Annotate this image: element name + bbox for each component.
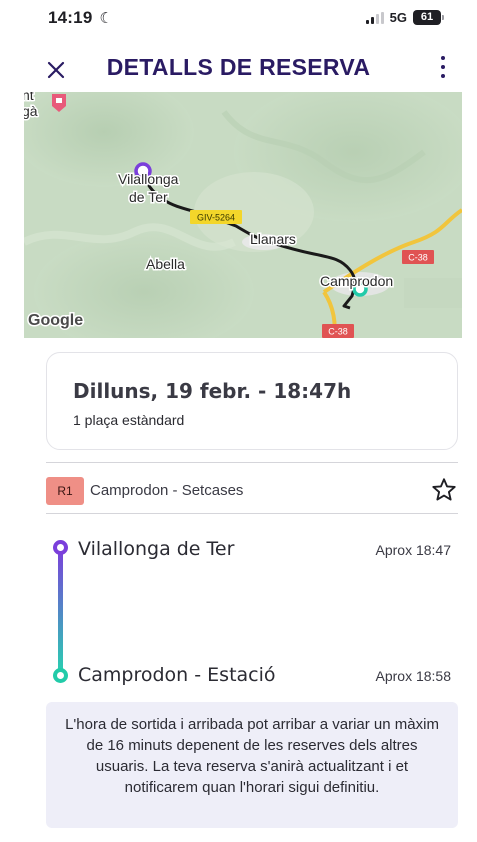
battery-level: 61: [420, 11, 434, 23]
signal-icon: [365, 11, 384, 24]
booking-date: Dilluns, 19 febr. - 18:47h: [73, 379, 352, 403]
map-label-top-left-1: nt: [24, 92, 34, 103]
schedule-notice: L'hora de sortida i arribada pot arribar…: [46, 702, 458, 828]
map-label-camprodon: Camprodon: [320, 273, 393, 289]
timeline-line: [58, 548, 63, 676]
status-time: 14:19 ☾: [48, 8, 113, 28]
network-type: 5G: [389, 10, 407, 25]
booking-date-card: Dilluns, 19 febr. - 18:47h 1 plaça estàn…: [46, 352, 458, 450]
origin-stop-time: Aprox 18:47: [375, 542, 452, 558]
destination-stop-time: Aprox 18:58: [375, 668, 452, 684]
origin-dot-icon: [53, 540, 68, 555]
map-road-c38-top: C-38: [408, 253, 428, 263]
route-name: Camprodon - Setcases: [90, 482, 244, 499]
google-logo: Google: [28, 312, 83, 329]
map-road-giv: GIV-5264: [197, 213, 235, 223]
status-bar: 14:19 ☾ 5G 61: [0, 0, 477, 40]
more-options-button[interactable]: [431, 50, 455, 84]
map-label-vilallonga-1: Vilallonga: [118, 171, 179, 187]
app-bar: DETALLS DE RESERVA: [0, 44, 477, 90]
route-row: R1 Camprodon - Setcases: [46, 462, 458, 514]
route-map[interactable]: GIV-5264 C-38 C-38 nt gà Vilallonga de T…: [24, 92, 462, 338]
map-canvas: GIV-5264 C-38 C-38 nt gà Vilallonga de T…: [24, 92, 462, 338]
clock: 14:19: [48, 8, 93, 27]
destination-dot-icon: [53, 668, 68, 683]
map-label-llanars: Llanars: [250, 231, 296, 247]
page-title: DETALLS DE RESERVA: [106, 54, 371, 80]
map-label-abella: Abella: [146, 256, 185, 272]
battery-icon: 61: [413, 10, 444, 25]
status-indicators: 5G 61: [365, 10, 444, 25]
star-outline-icon: [432, 478, 456, 501]
more-vertical-icon: [441, 56, 445, 60]
map-road-c38-bottom: C-38: [328, 327, 348, 337]
map-label-top-left-2: gà: [24, 103, 38, 119]
origin-stop-name: Vilallonga de Ter: [78, 538, 235, 560]
route-badge: R1: [46, 477, 84, 505]
map-label-vilallonga-2: de Ter: [129, 189, 168, 205]
moon-icon: ☾: [99, 10, 114, 27]
favorite-button[interactable]: [430, 476, 458, 504]
destination-stop-name: Camprodon - Estació: [78, 664, 276, 686]
booking-seats: 1 plaça estàndard: [73, 412, 185, 428]
